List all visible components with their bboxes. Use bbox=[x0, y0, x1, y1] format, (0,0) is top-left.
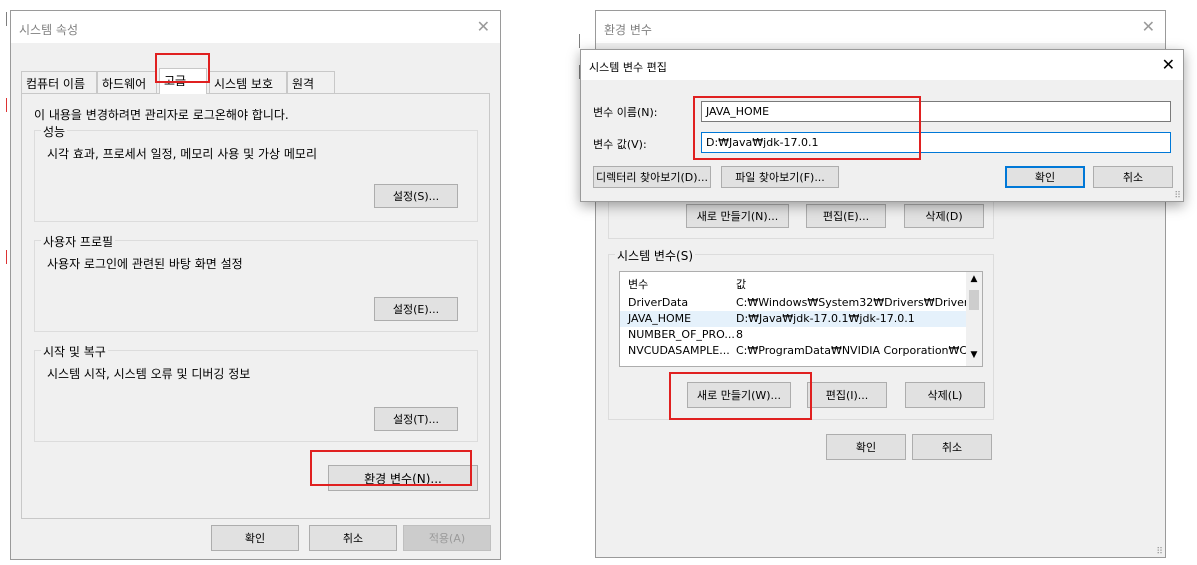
close-icon[interactable]: ✕ bbox=[477, 17, 490, 36]
resize-grip-icon[interactable]: ⠿ bbox=[1156, 547, 1163, 557]
user-edit-button[interactable]: 편집(E)... bbox=[806, 204, 886, 228]
tab-label: 시스템 보호 bbox=[214, 77, 274, 91]
variable-name-field[interactable]: JAVA_HOME bbox=[701, 101, 1171, 122]
performance-label: 성능 bbox=[41, 123, 68, 140]
startup-recovery-desc: 시스템 시작, 시스템 오류 및 디버깅 정보 bbox=[47, 367, 251, 381]
tab-system-protection[interactable]: 시스템 보호 bbox=[209, 71, 287, 93]
row-value: D:₩Java₩jdk-17.0.1₩jdk-17.0.1 bbox=[736, 312, 915, 325]
background-edge-mark bbox=[6, 250, 7, 264]
table-row-selected[interactable]: JAVA_HOME D:₩Java₩jdk-17.0.1₩jdk-17.0.1 bbox=[620, 311, 966, 327]
variable-value-field[interactable]: D:₩Java₩jdk-17.0.1 bbox=[701, 132, 1171, 153]
row-value: C:₩ProgramData₩NVIDIA Corporation₩CU... bbox=[736, 344, 966, 357]
background-edge-mark bbox=[579, 34, 580, 48]
startup-recovery-settings-button[interactable]: 설정(T)... bbox=[374, 407, 458, 431]
row-variable: DriverData bbox=[628, 296, 689, 309]
system-edit-button[interactable]: 편집(I)... bbox=[807, 382, 887, 408]
close-icon[interactable]: ✕ bbox=[1162, 55, 1175, 74]
system-variables-label: 시스템 변수(S) bbox=[615, 247, 695, 264]
performance-desc: 시각 효과, 프로세서 일정, 메모리 사용 및 가상 메모리 bbox=[47, 147, 317, 161]
variable-value-label: 변수 값(V): bbox=[593, 138, 647, 151]
window-title: 시스템 속성 bbox=[19, 23, 79, 37]
column-header-variable[interactable]: 변수 bbox=[628, 276, 648, 291]
table-row[interactable]: NUMBER_OF_PRO... 8 bbox=[620, 327, 966, 343]
cancel-button[interactable]: 취소 bbox=[309, 525, 397, 551]
list-scrollbar[interactable]: ▲ ▼ bbox=[966, 272, 982, 366]
tab-hardware[interactable]: 하드웨어 bbox=[97, 71, 157, 93]
row-value: C:₩Windows₩System32₩Drivers₩DriverData bbox=[736, 296, 966, 309]
scroll-down-icon[interactable]: ▼ bbox=[966, 350, 982, 364]
tab-label: 하드웨어 bbox=[102, 77, 147, 91]
environment-variables-button[interactable]: 환경 변수(N)... bbox=[328, 465, 478, 491]
user-new-button[interactable]: 새로 만들기(N)... bbox=[686, 204, 789, 228]
column-header-value[interactable]: 값 bbox=[736, 276, 746, 291]
system-variables-group: 시스템 변수(S) 변수 값 DriverData C:₩Windows₩Sys… bbox=[608, 247, 994, 420]
user-profiles-settings-button[interactable]: 설정(E)... bbox=[374, 297, 458, 321]
edit-system-variable-dialog: 시스템 변수 편집 ✕ 변수 이름(N): JAVA_HOME 변수 값(V):… bbox=[580, 49, 1184, 202]
system-properties-titlebar: 시스템 속성 ✕ bbox=[11, 11, 500, 43]
edit-dialog-title: 시스템 변수 편집 bbox=[589, 61, 667, 74]
system-new-button[interactable]: 새로 만들기(W)... bbox=[687, 382, 791, 408]
resize-grip-icon[interactable]: ⠿ bbox=[1174, 191, 1181, 201]
env-window-title: 환경 변수 bbox=[604, 23, 652, 37]
user-delete-button[interactable]: 삭제(D) bbox=[904, 204, 984, 228]
env-cancel-button[interactable]: 취소 bbox=[912, 434, 992, 460]
row-variable: JAVA_HOME bbox=[628, 312, 692, 325]
system-variables-list[interactable]: 변수 값 DriverData C:₩Windows₩System32₩Driv… bbox=[619, 271, 983, 367]
apply-button[interactable]: 적용(A) bbox=[403, 525, 491, 551]
browse-file-button[interactable]: 파일 찾아보기(F)... bbox=[721, 166, 839, 188]
table-row[interactable]: NVCUDASAMPLE... C:₩ProgramData₩NVIDIA Co… bbox=[620, 343, 966, 359]
user-profiles-label: 사용자 프로필 bbox=[41, 233, 116, 250]
ok-button[interactable]: 확인 bbox=[211, 525, 299, 551]
scrollbar-thumb[interactable] bbox=[969, 290, 979, 310]
tab-advanced[interactable]: 고급 bbox=[159, 68, 207, 94]
env-titlebar: 환경 변수 ✕ bbox=[596, 11, 1165, 43]
admin-note: 이 내용을 변경하려면 관리자로 로그온해야 합니다. bbox=[34, 108, 289, 122]
tab-label: 컴퓨터 이름 bbox=[26, 77, 86, 91]
edit-cancel-button[interactable]: 취소 bbox=[1093, 166, 1173, 188]
tab-remote[interactable]: 원격 bbox=[287, 71, 335, 93]
row-variable: NUMBER_OF_PRO... bbox=[628, 328, 735, 341]
env-ok-button[interactable]: 확인 bbox=[826, 434, 906, 460]
tab-computer-name[interactable]: 컴퓨터 이름 bbox=[21, 71, 97, 93]
performance-group: 성능 시각 효과, 프로세서 일정, 메모리 사용 및 가상 메모리 설정(S)… bbox=[34, 123, 478, 222]
startup-recovery-group: 시작 및 복구 시스템 시작, 시스템 오류 및 디버깅 정보 설정(T)... bbox=[34, 343, 478, 442]
background-edge-mark bbox=[6, 98, 7, 112]
edit-dialog-titlebar: 시스템 변수 편집 ✕ bbox=[581, 50, 1183, 80]
tab-label: 고급 bbox=[164, 74, 187, 88]
user-profiles-desc: 사용자 로그인에 관련된 바탕 화면 설정 bbox=[47, 257, 243, 271]
startup-recovery-label: 시작 및 복구 bbox=[41, 343, 108, 360]
variable-name-label: 변수 이름(N): bbox=[593, 106, 658, 119]
user-profiles-group: 사용자 프로필 사용자 로그인에 관련된 바탕 화면 설정 설정(E)... bbox=[34, 233, 478, 332]
advanced-tab-panel: 이 내용을 변경하려면 관리자로 로그온해야 합니다. 성능 시각 효과, 프로… bbox=[21, 93, 490, 519]
tab-label: 원격 bbox=[292, 77, 315, 91]
system-properties-window: 시스템 속성 ✕ 컴퓨터 이름 하드웨어 고급 시스템 보호 원격 이 내용을 … bbox=[10, 10, 501, 560]
edit-ok-button[interactable]: 확인 bbox=[1005, 166, 1085, 188]
table-row[interactable]: DriverData C:₩Windows₩System32₩Drivers₩D… bbox=[620, 295, 966, 311]
system-delete-button[interactable]: 삭제(L) bbox=[905, 382, 985, 408]
close-icon[interactable]: ✕ bbox=[1142, 17, 1155, 36]
performance-settings-button[interactable]: 설정(S)... bbox=[374, 184, 458, 208]
background-edge-mark bbox=[6, 12, 7, 26]
list-header: 변수 값 bbox=[620, 275, 966, 291]
row-value: 8 bbox=[736, 328, 743, 341]
scroll-up-icon[interactable]: ▲ bbox=[966, 274, 982, 288]
browse-directory-button[interactable]: 디렉터리 찾아보기(D)... bbox=[593, 166, 711, 188]
row-variable: NVCUDASAMPLE... bbox=[628, 344, 730, 357]
